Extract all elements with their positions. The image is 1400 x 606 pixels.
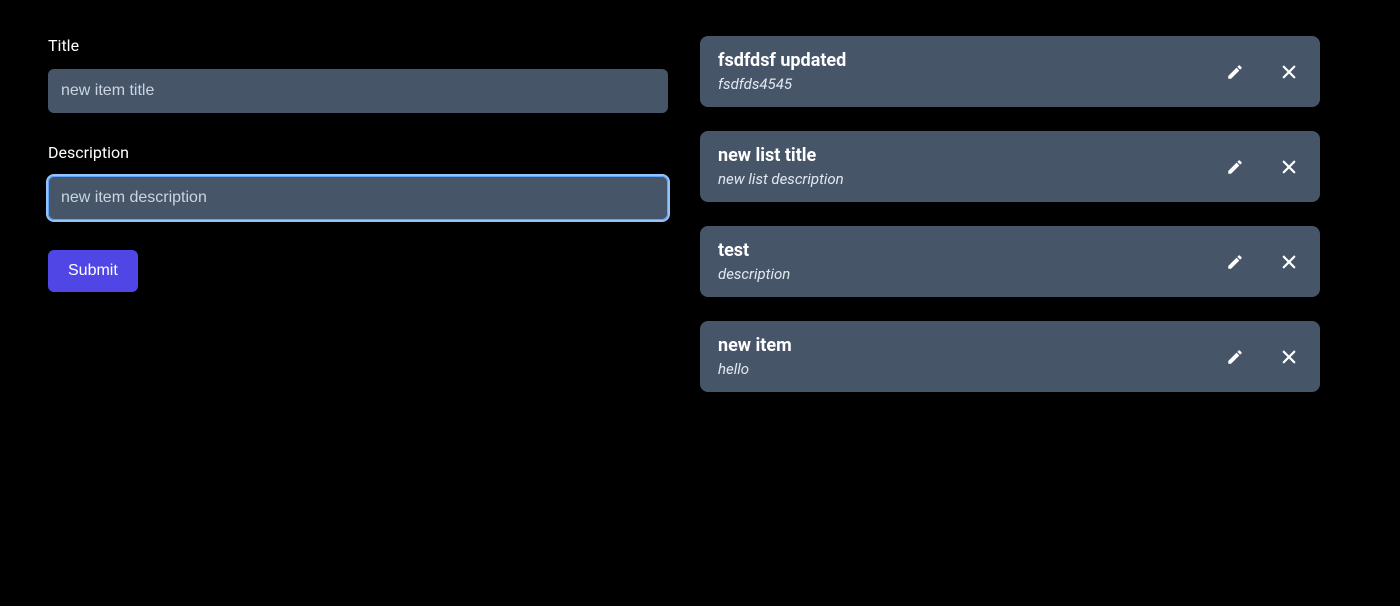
pencil-icon xyxy=(1226,158,1244,176)
item-text: new list title new list description xyxy=(718,145,844,188)
delete-button[interactable] xyxy=(1276,59,1302,85)
list-item: fsdfdsf updated fsdfds4545 xyxy=(700,36,1320,107)
pencil-icon xyxy=(1226,348,1244,366)
title-input[interactable] xyxy=(48,69,668,113)
item-actions xyxy=(1222,59,1302,85)
list-item: test description xyxy=(700,226,1320,297)
close-icon xyxy=(1280,348,1298,366)
list-item: new list title new list description xyxy=(700,131,1320,202)
item-text: test description xyxy=(718,240,790,283)
items-panel: fsdfdsf updated fsdfds4545 new list titl… xyxy=(700,36,1320,416)
item-title: new item xyxy=(718,335,792,356)
delete-button[interactable] xyxy=(1276,154,1302,180)
delete-button[interactable] xyxy=(1276,249,1302,275)
item-actions xyxy=(1222,344,1302,370)
item-title: fsdfdsf updated xyxy=(718,50,846,71)
item-text: fsdfdsf updated fsdfds4545 xyxy=(718,50,846,93)
item-description: new list description xyxy=(718,170,844,188)
title-field-group: Title xyxy=(48,36,668,113)
description-field-group: Description xyxy=(48,143,668,220)
item-description: description xyxy=(718,265,790,283)
edit-button[interactable] xyxy=(1222,154,1248,180)
item-description: fsdfds4545 xyxy=(718,75,846,93)
close-icon xyxy=(1280,63,1298,81)
edit-button[interactable] xyxy=(1222,59,1248,85)
list-item: new item hello xyxy=(700,321,1320,392)
close-icon xyxy=(1280,253,1298,271)
pencil-icon xyxy=(1226,63,1244,81)
item-actions xyxy=(1222,154,1302,180)
form-panel: Title Description Submit xyxy=(48,36,668,416)
title-label: Title xyxy=(48,36,668,55)
pencil-icon xyxy=(1226,253,1244,271)
close-icon xyxy=(1280,158,1298,176)
description-input[interactable] xyxy=(48,176,668,220)
edit-button[interactable] xyxy=(1222,249,1248,275)
edit-button[interactable] xyxy=(1222,344,1248,370)
item-description: hello xyxy=(718,360,792,378)
delete-button[interactable] xyxy=(1276,344,1302,370)
item-title: test xyxy=(718,240,790,261)
item-actions xyxy=(1222,249,1302,275)
submit-button[interactable]: Submit xyxy=(48,250,138,292)
item-title: new list title xyxy=(718,145,844,166)
item-text: new item hello xyxy=(718,335,792,378)
description-label: Description xyxy=(48,143,668,162)
